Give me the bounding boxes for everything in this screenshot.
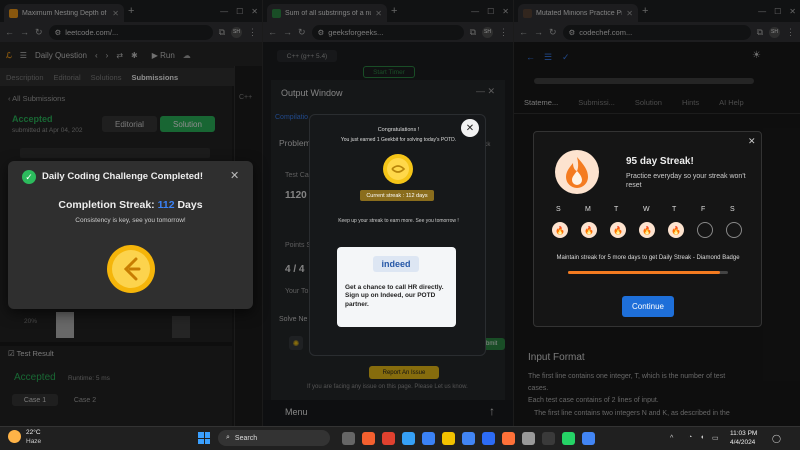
geekbit-coin-icon (383, 154, 413, 184)
weather-desc[interactable]: Haze (26, 438, 41, 445)
badge-progress-track (568, 271, 728, 274)
wifi-icon[interactable]: ◔ (688, 434, 692, 441)
day-label: T (614, 206, 619, 213)
pinned-apps (338, 432, 598, 445)
ad-text: Get a chance to call HR directly. Sign u… (345, 284, 444, 308)
day-streak-flame-icon: 🔥 (668, 222, 684, 238)
modal-subtitle: Consistency is key, see you tomorrow! (75, 217, 186, 224)
taskbar: 22°C Haze ⌕ Search ^ ◔ ◖ ▭ 11:03 PM 4/4/… (0, 426, 800, 450)
task-view-icon[interactable] (341, 432, 355, 445)
day-streak-flame-icon: 🔥 (610, 222, 626, 238)
codechef-streak-modal: ✕ 95 day Streak! Practice everyday so yo… (533, 131, 762, 327)
day-label: S (730, 206, 735, 213)
streak-prefix: Completion Streak: (58, 199, 155, 211)
current-streak-text: Current streak : 112 days (366, 192, 428, 199)
keep-up-text: Keep up your streak to earn more. See yo… (338, 218, 459, 224)
streak-title: 95 day Streak! (626, 156, 694, 167)
desktop: Maximum Nesting Depth of the ✕ + — ☐ ✕ ←… (0, 0, 800, 450)
week-day-tracker: S 🔥 M 🔥 T 🔥 W 🔥 T 🔥 F S (548, 206, 748, 246)
app-icon[interactable] (421, 432, 435, 445)
day-streak-flame-icon: 🔥 (639, 222, 655, 238)
tray-chevron-icon[interactable]: ^ (670, 435, 673, 442)
day-streak-flame-icon: 🔥 (581, 222, 597, 238)
day-label: F (701, 206, 706, 213)
continue-button[interactable]: Continue (622, 296, 674, 317)
app-icon[interactable] (541, 432, 555, 445)
firefox-icon[interactable] (501, 432, 515, 445)
close-icon[interactable]: ✕ (748, 136, 756, 147)
badge-progress-fill (568, 271, 720, 274)
indeed-logo: indeed (373, 256, 419, 272)
whatsapp-icon[interactable] (561, 432, 575, 445)
gfg-potd-modal: ✕ Congratulations ! You just earned 1 Ge… (309, 114, 486, 356)
streak-subtitle: Practice everyday so your streak won't r… (626, 173, 746, 190)
streak-line: Completion Streak: 112 Days (8, 199, 253, 211)
chrome-icon[interactable] (461, 432, 475, 445)
clock-time[interactable]: 11:03 PM (730, 430, 757, 437)
weather-temp[interactable]: 22°C (26, 429, 41, 436)
day-label: S (556, 206, 561, 213)
modal-title: Daily Coding Challenge Completed! (42, 171, 203, 182)
ad-brand: indeed (381, 259, 411, 269)
day-empty-circle (726, 222, 742, 238)
close-icon[interactable]: ✕ (230, 169, 239, 182)
continue-label: Continue (631, 302, 665, 311)
chrome-icon[interactable] (581, 432, 595, 445)
indeed-ad-card[interactable]: indeed Get a chance to call HR directly.… (337, 247, 456, 327)
battery-icon[interactable]: ▭ (712, 434, 719, 442)
streak-suffix: Days (177, 199, 203, 211)
edge-icon[interactable] (401, 432, 415, 445)
flame-icon (555, 150, 599, 194)
search-label: Search (234, 434, 258, 442)
streak-value: 112 (157, 199, 175, 211)
day-label: W (643, 206, 650, 213)
brave-icon[interactable] (361, 432, 375, 445)
clock-date[interactable]: 4/4/2024 (730, 439, 755, 446)
day-empty-circle (697, 222, 713, 238)
badge-note: Maintain streak for 5 more days to get D… (556, 255, 740, 261)
app-icon[interactable] (481, 432, 495, 445)
search-icon: ⌕ (226, 434, 230, 441)
geekbit-text: You just earned 1 Geekbit for solving to… (340, 137, 457, 143)
app-icon[interactable] (521, 432, 535, 445)
windows-start-icon[interactable] (198, 432, 210, 444)
check-circle-icon: ✓ (22, 170, 36, 184)
taskbar-search[interactable]: ⌕ Search (218, 430, 330, 446)
day-streak-flame-icon: 🔥 (552, 222, 568, 238)
file-explorer-icon[interactable] (441, 432, 455, 445)
leetcode-coin-icon (107, 245, 155, 293)
day-label: T (672, 206, 677, 213)
congrats-text: Congratulations ! (377, 127, 420, 133)
leetcode-streak-modal: ✓ Daily Coding Challenge Completed! ✕ Co… (8, 161, 253, 309)
notification-bell-icon[interactable]: ◯ (772, 434, 781, 443)
app-icon[interactable] (381, 432, 395, 445)
day-label: M (585, 206, 591, 213)
current-streak-badge: Current streak : 112 days (360, 190, 434, 201)
volume-icon[interactable]: ◖ (700, 434, 704, 441)
weather-icon[interactable] (8, 430, 21, 443)
